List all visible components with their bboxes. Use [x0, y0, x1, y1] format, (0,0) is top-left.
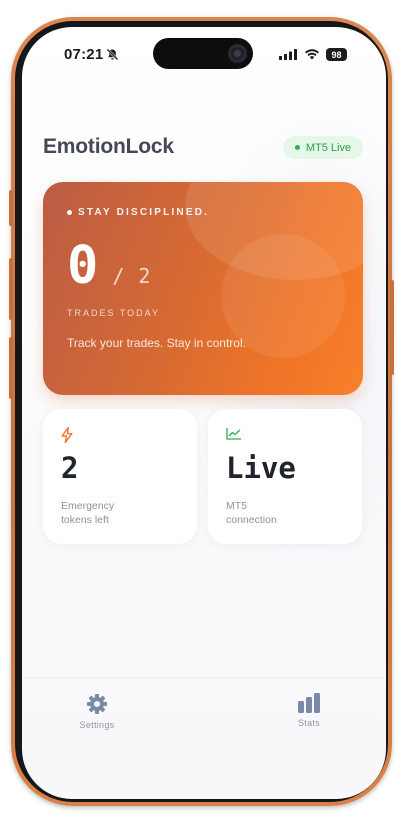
app-screen: 07:21 98 EmotionLock MT5 Live STAY DISCI…: [22, 27, 386, 799]
tag-dot-icon: [67, 210, 72, 215]
signal-icon: [279, 49, 297, 60]
hero-tagline: STAY DISCIPLINED.: [67, 207, 209, 218]
bell-slash-icon: [106, 48, 119, 61]
tokens-label: Emergency tokens left: [61, 499, 114, 527]
app-title: EmotionLock: [43, 135, 174, 158]
tokens-value: 2: [61, 451, 79, 485]
nav-settings-label: Settings: [79, 720, 115, 730]
gear-icon: [87, 694, 107, 714]
line-chart-icon: [226, 428, 241, 440]
hero-note: Track your trades. Stay in control.: [67, 336, 246, 350]
wifi-icon: [305, 49, 319, 60]
power-button: [390, 280, 394, 375]
tokens-label-line2: tokens left: [61, 514, 109, 526]
status-dot-icon: [294, 145, 300, 150]
dynamic-island: [153, 38, 253, 69]
badge-label: MT5 Live: [305, 141, 352, 154]
bottom-nav-divider: [22, 677, 386, 678]
action-button: [9, 190, 13, 226]
nav-stats-label: Stats: [297, 718, 320, 728]
trades-today-card[interactable]: STAY DISCIPLINED. 0 / 2 TRADES TODAY Tra…: [43, 182, 363, 395]
trades-count: 0: [67, 236, 99, 296]
connection-value: Live: [226, 451, 296, 485]
hero-subtitle: TRADES TODAY: [67, 308, 161, 318]
trades-limit: 2: [138, 264, 151, 288]
tagline-text: STAY DISCIPLINED.: [78, 207, 210, 218]
emergency-tokens-card[interactable]: 2 Emergency tokens left: [43, 409, 197, 544]
nav-stats[interactable]: Stats: [279, 693, 339, 728]
connection-status-badge[interactable]: MT5 Live: [283, 136, 363, 159]
connection-label: MT5 connection: [226, 499, 277, 527]
connection-label-line2: connection: [226, 514, 277, 526]
count-separator: /: [112, 264, 125, 288]
tokens-label-line1: Emergency: [61, 500, 115, 512]
camera-icon: [228, 44, 247, 63]
nav-settings[interactable]: Settings: [67, 693, 127, 730]
lightning-icon: [61, 427, 73, 443]
connection-label-line1: MT5: [226, 500, 247, 512]
volume-up-button: [9, 258, 13, 320]
mt5-connection-card[interactable]: Live MT5 connection: [208, 409, 362, 544]
status-time: 07:21: [64, 46, 104, 63]
volume-down-button: [9, 337, 13, 399]
battery-icon: 98: [326, 48, 347, 61]
bar-chart-icon: [298, 693, 320, 713]
trade-counter: 0 / 2: [67, 240, 150, 292]
